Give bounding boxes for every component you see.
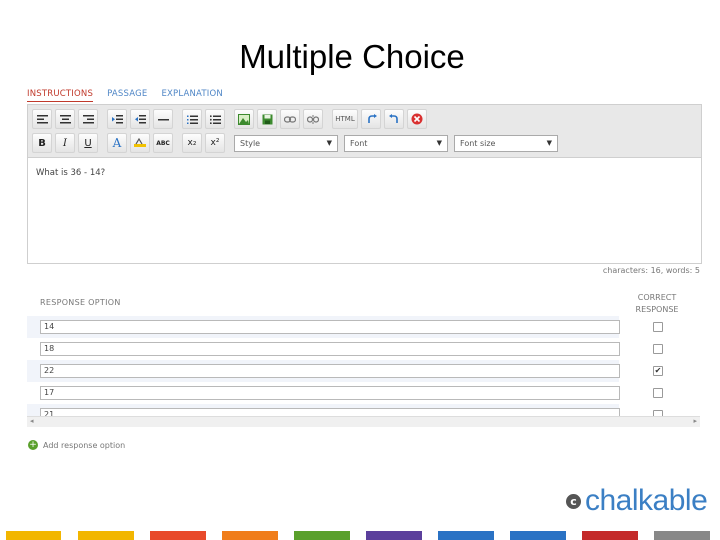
scroll-right-icon[interactable]: ▸ bbox=[693, 417, 697, 425]
logo-mark: c bbox=[566, 493, 581, 509]
plus-circle-icon: + bbox=[28, 440, 38, 450]
correct-response-header: CORRECT RESPONSE bbox=[622, 292, 692, 316]
unlink-icon[interactable] bbox=[303, 109, 323, 129]
style-select[interactable]: Style ▼ bbox=[234, 134, 338, 152]
rich-text-editor: HTML B I U A ABC x₂ x² Style ▼ Font ▼ Fo… bbox=[27, 104, 702, 264]
tab-passage[interactable]: PASSAGE bbox=[107, 89, 147, 102]
table-row: 22 ✔ bbox=[27, 360, 700, 382]
slide-title: Multiple Choice bbox=[239, 38, 465, 75]
undo-icon[interactable] bbox=[384, 109, 404, 129]
color-strip-segment bbox=[510, 531, 566, 540]
correct-response-checkbox[interactable] bbox=[653, 322, 663, 332]
align-left-icon[interactable] bbox=[32, 109, 52, 129]
font-size-select-value: Font size bbox=[460, 138, 496, 148]
outdent-icon[interactable] bbox=[130, 109, 150, 129]
chevron-down-icon: ▼ bbox=[546, 139, 552, 147]
chevron-down-icon: ▼ bbox=[326, 139, 332, 147]
bulleted-list-icon[interactable] bbox=[205, 109, 225, 129]
color-strip-segment bbox=[366, 531, 422, 540]
chevron-down-icon: ▼ bbox=[436, 139, 442, 147]
font-select-value: Font bbox=[350, 138, 368, 148]
correct-response-checkbox[interactable] bbox=[653, 344, 663, 354]
color-strip-segment bbox=[654, 531, 710, 540]
response-option-input[interactable]: 18 bbox=[40, 342, 620, 356]
superscript-button[interactable]: x² bbox=[205, 133, 225, 153]
font-size-select[interactable]: Font size ▼ bbox=[454, 134, 558, 152]
response-option-input[interactable]: 22 bbox=[40, 364, 620, 378]
image-icon[interactable] bbox=[234, 109, 254, 129]
correct-header-line-1: CORRECT bbox=[637, 293, 677, 302]
underline-button[interactable]: U bbox=[78, 133, 98, 153]
correct-response-checkbox[interactable]: ✔ bbox=[653, 366, 663, 376]
spellcheck-button[interactable]: ABC bbox=[153, 133, 173, 153]
table-row: 14 bbox=[27, 316, 700, 338]
table-row: 18 bbox=[27, 338, 700, 360]
font-color-button[interactable]: A bbox=[107, 133, 127, 153]
tab-instructions[interactable]: INSTRUCTIONS bbox=[27, 89, 94, 102]
toolbar-row-1: HTML bbox=[32, 108, 430, 130]
numbered-list-icon[interactable] bbox=[182, 109, 202, 129]
highlight-icon[interactable] bbox=[130, 133, 150, 153]
remove-icon[interactable] bbox=[407, 109, 427, 129]
response-option-input[interactable]: 17 bbox=[40, 386, 620, 400]
horizontal-scrollbar[interactable]: ◂ ▸ bbox=[27, 416, 700, 427]
align-center-icon[interactable] bbox=[55, 109, 75, 129]
color-strip-segment bbox=[438, 531, 494, 540]
tab-explanation[interactable]: EXPLANATION bbox=[161, 89, 223, 102]
color-strip-segment bbox=[6, 531, 61, 540]
character-word-counter: characters: 16, words: 5 bbox=[602, 266, 700, 275]
correct-header-line-2: RESPONSE bbox=[635, 305, 679, 314]
check-icon: ✔ bbox=[654, 366, 662, 375]
editor-content-area[interactable]: What is 36 - 14? bbox=[28, 158, 701, 188]
style-select-value: Style bbox=[240, 138, 261, 148]
add-response-option-label: Add response option bbox=[43, 440, 126, 450]
editor-toolbar: HTML B I U A ABC x₂ x² Style ▼ Font ▼ Fo… bbox=[28, 105, 701, 158]
table-row: 17 bbox=[27, 382, 700, 404]
color-strip-segment bbox=[222, 531, 278, 540]
response-option-header: RESPONSE OPTION bbox=[40, 298, 121, 307]
color-strip-segment bbox=[78, 531, 134, 540]
chalkable-logo: c chalkable bbox=[566, 484, 708, 518]
color-strip-segment bbox=[150, 531, 206, 540]
subscript-button[interactable]: x₂ bbox=[182, 133, 202, 153]
scroll-left-icon[interactable]: ◂ bbox=[30, 417, 34, 425]
indent-icon[interactable] bbox=[107, 109, 127, 129]
color-strip-segment bbox=[582, 531, 638, 540]
response-options-table: 14 18 22 ✔ 17 21 bbox=[27, 316, 700, 426]
editor-tabs: INSTRUCTIONS PASSAGE EXPLANATION bbox=[27, 89, 223, 102]
link-icon[interactable] bbox=[280, 109, 300, 129]
font-select[interactable]: Font ▼ bbox=[344, 134, 448, 152]
logo-text: chalkable bbox=[585, 484, 708, 517]
color-strip-segment bbox=[294, 531, 350, 540]
correct-response-checkbox[interactable] bbox=[653, 388, 663, 398]
italic-button[interactable]: I bbox=[55, 133, 75, 153]
redo-icon[interactable] bbox=[361, 109, 381, 129]
bold-button[interactable]: B bbox=[32, 133, 52, 153]
horizontal-rule-icon[interactable] bbox=[153, 109, 173, 129]
html-button[interactable]: HTML bbox=[332, 109, 358, 129]
toolbar-row-2: B I U A ABC x₂ x² Style ▼ Font ▼ Font si… bbox=[32, 132, 564, 154]
save-icon[interactable] bbox=[257, 109, 277, 129]
align-right-icon[interactable] bbox=[78, 109, 98, 129]
add-response-option-button[interactable]: + Add response option bbox=[28, 440, 125, 450]
editor-text: What is 36 - 14? bbox=[36, 168, 106, 178]
response-option-input[interactable]: 14 bbox=[40, 320, 620, 334]
